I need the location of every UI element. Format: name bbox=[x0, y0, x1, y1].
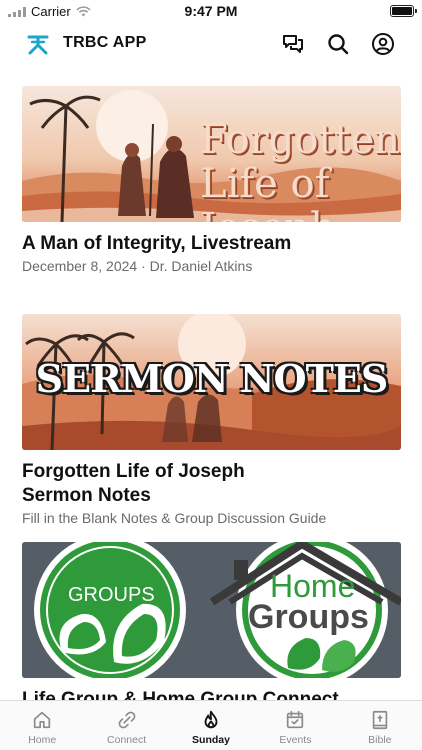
chat-icon[interactable] bbox=[281, 32, 305, 56]
search-icon[interactable] bbox=[326, 32, 350, 56]
tab-bar: Home Connect Sunday Events Bible bbox=[0, 700, 422, 750]
banner-title-line2: Life of Joseph bbox=[200, 161, 336, 222]
feed-card-groups[interactable]: Life GROUPS Home Groups Life Group & Hom… bbox=[22, 542, 401, 700]
sermon-notes-banner-text: SERMON NOTES bbox=[35, 356, 389, 401]
card-title[interactable]: Forgotten Life of Joseph Sermon Notes bbox=[22, 460, 401, 508]
livestream-banner[interactable]: Forgotten Life of Joseph bbox=[22, 86, 401, 222]
sunday-feed[interactable]: Forgotten Life of Joseph A Man of Integr… bbox=[0, 64, 422, 700]
sermon-notes-banner[interactable]: SERMON NOTES bbox=[22, 314, 401, 450]
tab-label: Events bbox=[279, 734, 312, 746]
groups-banner[interactable]: Life GROUPS Home Groups bbox=[22, 542, 401, 678]
feed-card-livestream[interactable]: Forgotten Life of Joseph A Man of Integr… bbox=[22, 86, 401, 274]
tab-events[interactable]: Events bbox=[253, 701, 337, 750]
card-subtitle: Fill in the Blank Notes & Group Discussi… bbox=[22, 510, 327, 526]
status-time: 9:47 PM bbox=[184, 3, 238, 19]
status-bar: Carrier 9:47 PM bbox=[0, 0, 422, 24]
flame-icon bbox=[204, 710, 218, 729]
tab-connect[interactable]: Connect bbox=[84, 701, 168, 750]
tab-label: Bible bbox=[368, 734, 392, 746]
app-header: TRBC APP bbox=[0, 24, 422, 64]
logo-icon bbox=[27, 35, 49, 55]
tab-home[interactable]: Home bbox=[0, 701, 84, 750]
home-groups-line2: Groups bbox=[248, 598, 369, 636]
tab-sunday[interactable]: Sunday bbox=[169, 701, 253, 750]
life-groups-line1: Life bbox=[80, 552, 139, 587]
home-icon bbox=[34, 711, 51, 729]
tab-label: Sunday bbox=[192, 734, 230, 746]
life-groups-line2: GROUPS bbox=[68, 584, 155, 606]
app-title: TRBC APP bbox=[63, 34, 147, 51]
bible-icon bbox=[372, 710, 388, 730]
card-title[interactable]: Life Group & Home Group Connect bbox=[22, 688, 401, 700]
calendar-icon bbox=[287, 710, 304, 729]
card-subtitle: December 8, 2024 · Dr. Daniel Atkins bbox=[22, 258, 253, 274]
tab-label: Connect bbox=[107, 734, 147, 746]
connect-icon bbox=[118, 711, 135, 729]
tab-bible[interactable]: Bible bbox=[338, 701, 422, 750]
battery-icon bbox=[390, 5, 417, 17]
feed-card-sermon-notes[interactable]: SERMON NOTES Forgotten Life of Joseph Se… bbox=[22, 314, 401, 526]
card-title[interactable]: A Man of Integrity, Livestream bbox=[22, 232, 401, 256]
banner-title-line1: Forgotten bbox=[200, 117, 401, 163]
tab-label: Home bbox=[28, 734, 57, 746]
profile-icon[interactable] bbox=[371, 32, 395, 56]
